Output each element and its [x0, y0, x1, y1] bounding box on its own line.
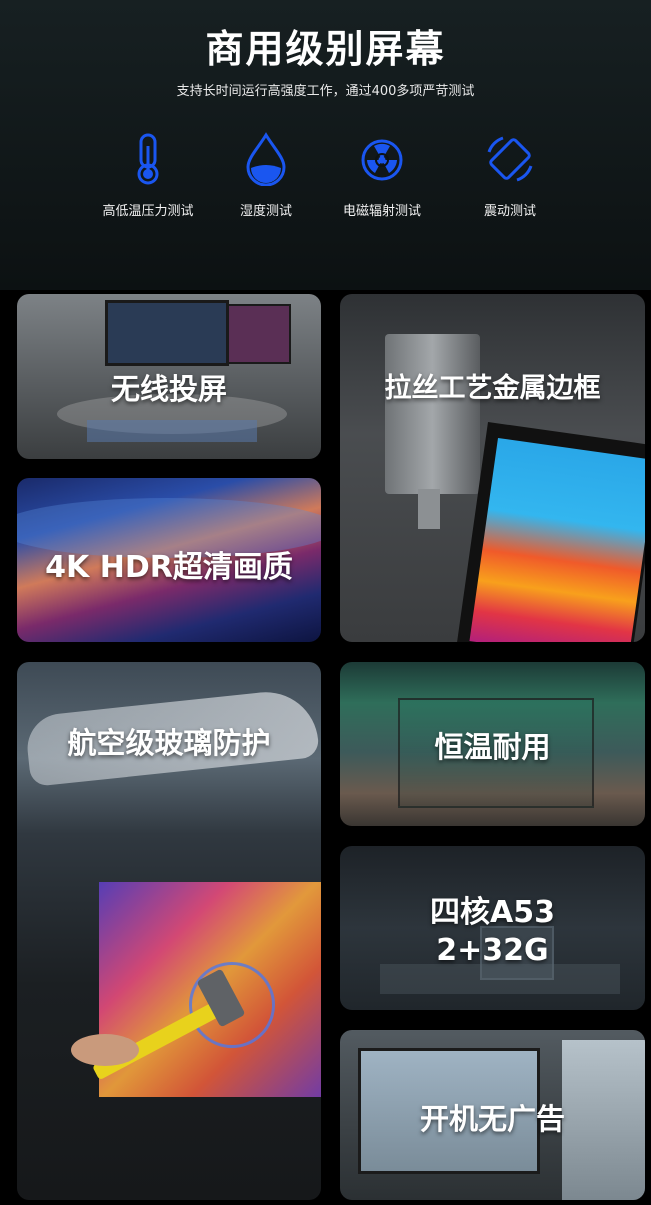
- card-title: 4K HDR超清画质: [45, 550, 293, 585]
- vibration-icon: [487, 136, 533, 182]
- meeting-room-screen: [105, 300, 229, 366]
- card-wireless-projection: 无线投屏: [17, 294, 321, 459]
- radiation-icon: [361, 139, 403, 181]
- card-aviation-glass: 航空级玻璃防护: [17, 662, 321, 1200]
- feature-vibration: 震动测试: [440, 132, 580, 219]
- card-title: 拉丝工艺金属边框: [384, 373, 601, 404]
- hammer-icon: [71, 969, 245, 1079]
- card-title: 航空级玻璃防护: [67, 726, 271, 760]
- thermometer-icon: [137, 133, 159, 185]
- card-4k-hdr: 4K HDR超清画质: [17, 478, 321, 642]
- page-title: 商用级别屏幕: [205, 27, 446, 71]
- memory-label: 2+32G: [436, 933, 549, 968]
- header: 商用级别屏幕 支持长时间运行高强度工作，通过400多项严苛测试 高低温压力测试 …: [0, 0, 651, 290]
- meeting-room-screen-right: [227, 304, 291, 364]
- device-row: [87, 420, 257, 442]
- cpu-label: 四核A53: [430, 895, 555, 930]
- card-constant-temperature: 恒温耐用: [340, 662, 645, 826]
- card-metal-frame: 拉丝工艺金属边框: [340, 294, 645, 642]
- cnc-spindle: [418, 489, 440, 529]
- page-subtitle: 支持长时间运行高强度工作，通过400多项严苛测试: [176, 84, 475, 99]
- water-drop-icon: [246, 132, 286, 186]
- feature-label: 电磁辐射测试: [342, 204, 421, 219]
- feature-label: 震动测试: [483, 204, 536, 219]
- card-no-ads: 开机无广告: [340, 1030, 645, 1200]
- card-title-cpu: 四核A53 2+32G: [340, 894, 645, 970]
- card-title: 无线投屏: [110, 372, 227, 406]
- card-cpu-memory: 四核A53 2+32G: [340, 846, 645, 1010]
- card-title: 恒温耐用: [434, 730, 551, 764]
- feature-radiation: 电磁辐射测试: [312, 132, 452, 219]
- cnc-machine: [385, 334, 480, 494]
- monitor-display: [469, 438, 645, 642]
- card-title: 开机无广告: [419, 1102, 565, 1136]
